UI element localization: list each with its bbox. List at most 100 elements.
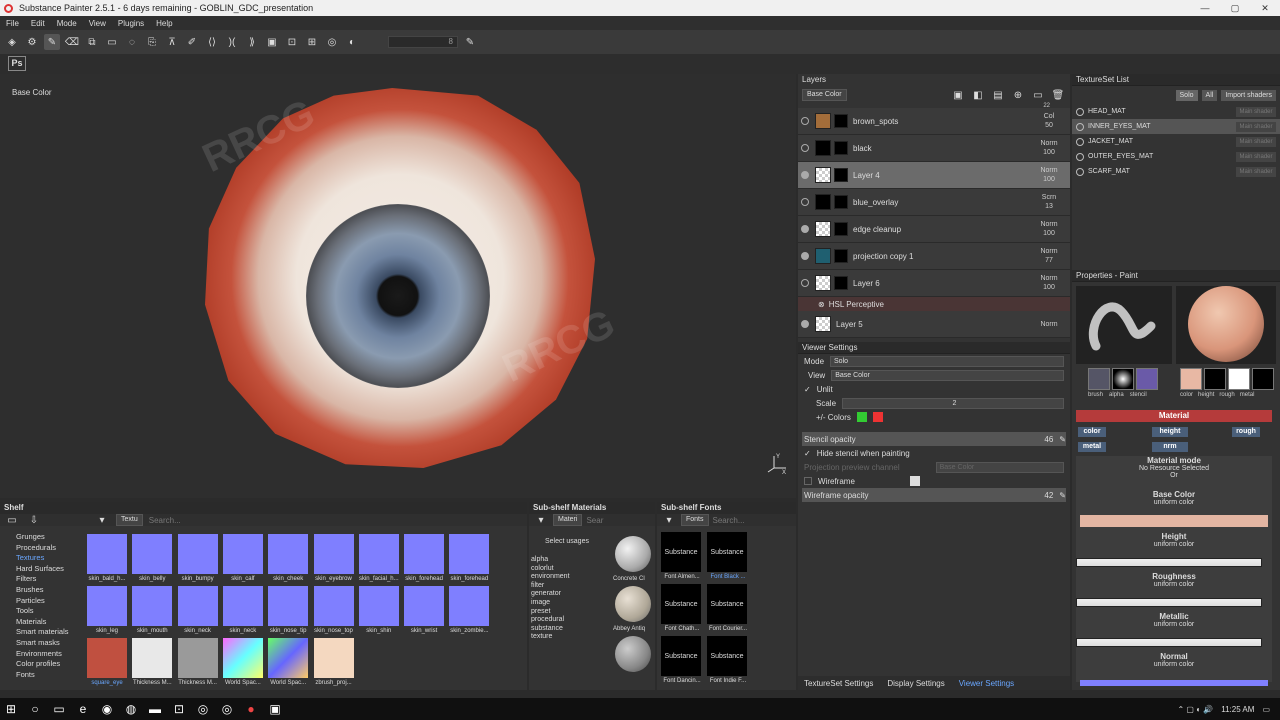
- textureset-item[interactable]: INNER_EYES_MAT Main shader: [1072, 119, 1280, 134]
- font-thumbnail[interactable]: Substance: [661, 636, 701, 676]
- color-channel-toggle[interactable]: color: [1078, 427, 1106, 437]
- store-icon[interactable]: ⊡: [172, 702, 186, 716]
- explorer-icon[interactable]: ▬: [148, 702, 162, 716]
- eraser-icon[interactable]: ⌫: [64, 34, 80, 50]
- edge-icon[interactable]: e: [76, 702, 90, 716]
- material-thumbnail[interactable]: [615, 586, 651, 622]
- layer-blend[interactable]: Norm 100: [1038, 166, 1060, 184]
- shelf-category[interactable]: Filters: [16, 574, 80, 585]
- texture-thumbnail[interactable]: [449, 586, 490, 626]
- layer-row[interactable]: projection copy 1 Norm 77: [798, 243, 1070, 270]
- color-chip[interactable]: [1180, 368, 1202, 390]
- menu-mode[interactable]: Mode: [57, 19, 77, 28]
- layer-row[interactable]: Layer 5 Norm: [798, 311, 1070, 338]
- app-icon[interactable]: ◎: [196, 702, 210, 716]
- layout-icon[interactable]: ⊞: [304, 34, 320, 50]
- texture-thumbnail[interactable]: [177, 586, 218, 626]
- menu-help[interactable]: Help: [156, 19, 172, 28]
- layer-blend[interactable]: Norm: [1038, 320, 1060, 329]
- shelf-category[interactable]: Textures: [16, 553, 80, 564]
- import-icon[interactable]: ⇩: [26, 512, 42, 528]
- height-chip[interactable]: [1204, 368, 1226, 390]
- usage-item[interactable]: filter: [531, 582, 601, 591]
- layer-blend[interactable]: Norm 100: [1038, 139, 1060, 157]
- symmetry-icon[interactable]: ⟨⟩: [204, 34, 220, 50]
- visibility-toggle[interactable]: [801, 198, 809, 206]
- shelf-category[interactable]: Smart masks: [16, 638, 80, 649]
- textureset-item[interactable]: SCARF_MAT Main shader: [1072, 164, 1280, 179]
- usage-item[interactable]: image: [531, 599, 601, 608]
- shelf-category[interactable]: Tools: [16, 606, 80, 617]
- wireframe-color-swatch[interactable]: [910, 476, 920, 486]
- textureset-radio[interactable]: [1076, 167, 1084, 176]
- stencil-chip[interactable]: [1136, 368, 1158, 390]
- view-dropdown[interactable]: Base Color: [831, 369, 1064, 381]
- substance-painter-icon[interactable]: ●: [244, 702, 258, 716]
- base-color-swatch[interactable]: [1080, 515, 1268, 527]
- visibility-toggle[interactable]: [801, 252, 809, 260]
- fonts-filter-tag[interactable]: Fonts: [681, 514, 709, 526]
- layer-row[interactable]: blue_overlay Scrn 13: [798, 189, 1070, 216]
- fonts-search-input[interactable]: Search...: [713, 516, 745, 525]
- shelf-category[interactable]: Particles: [16, 596, 80, 607]
- add-mask-icon[interactable]: ◧: [970, 87, 986, 103]
- app-icon[interactable]: ◎: [220, 702, 234, 716]
- menu-plugins[interactable]: Plugins: [118, 19, 144, 28]
- layer-row[interactable]: Layer 4 Norm 100: [798, 162, 1070, 189]
- texture-thumbnail[interactable]: [313, 638, 354, 678]
- shader-dropdown[interactable]: Main shader: [1236, 106, 1276, 117]
- font-thumbnail[interactable]: Substance: [707, 584, 747, 624]
- windows-start-icon[interactable]: ⊞: [4, 702, 18, 716]
- shelf-category[interactable]: Smart materials: [16, 627, 80, 638]
- texture-thumbnail[interactable]: [268, 638, 309, 678]
- textureset-radio[interactable]: [1076, 152, 1084, 161]
- stencil-opacity-value[interactable]: 46: [1044, 435, 1053, 444]
- layer-blend[interactable]: Norm 100: [1038, 274, 1060, 292]
- layer-blend[interactable]: Norm 100: [1038, 220, 1060, 238]
- filter-icon[interactable]: ▾: [661, 512, 677, 528]
- add-folder-icon[interactable]: ▭: [1030, 87, 1046, 103]
- edit-pencil-icon[interactable]: ✎: [1059, 491, 1066, 500]
- textureset-item[interactable]: OUTER_EYES_MAT Main shader: [1072, 149, 1280, 164]
- visibility-toggle[interactable]: [801, 117, 809, 125]
- edit-pencil-icon[interactable]: ✎: [462, 34, 478, 50]
- usage-item[interactable]: preset: [531, 608, 601, 617]
- metallic-slider[interactable]: [1076, 638, 1262, 647]
- mirror-icon[interactable]: )(: [224, 34, 240, 50]
- material-section-header[interactable]: Material: [1076, 410, 1272, 422]
- texture-thumbnail[interactable]: [132, 638, 173, 678]
- folder-icon[interactable]: ▭: [4, 512, 20, 528]
- shader-dropdown[interactable]: Main shader: [1236, 166, 1276, 177]
- photoshop-export-button[interactable]: Ps: [8, 56, 26, 71]
- scale-field[interactable]: 2: [842, 397, 1064, 409]
- tab-viewer-settings[interactable]: Viewer Settings: [959, 679, 1014, 688]
- bake-icon[interactable]: ⊼: [164, 34, 180, 50]
- visibility-toggle[interactable]: [801, 144, 809, 152]
- texture-thumbnail[interactable]: [268, 586, 309, 626]
- projection-icon[interactable]: ⧉: [84, 34, 100, 50]
- tab-textureset-settings[interactable]: TextureSet Settings: [804, 679, 873, 688]
- shelf-category[interactable]: Procedurals: [16, 543, 80, 554]
- layer-row[interactable]: brown_spots Col 50: [798, 108, 1070, 135]
- material-thumbnail[interactable]: [615, 536, 651, 572]
- shelf-category[interactable]: Environments: [16, 649, 80, 660]
- texture-thumbnail[interactable]: [87, 586, 127, 626]
- roughness-slider[interactable]: [1076, 598, 1262, 607]
- font-thumbnail[interactable]: Substance: [661, 584, 701, 624]
- viewport-3d[interactable]: Base Color Y X RRCG RRCG: [0, 74, 796, 498]
- polygon-fill-icon[interactable]: ▭: [104, 34, 120, 50]
- projection-channel-dropdown[interactable]: Base Color: [935, 461, 1064, 473]
- paint-brush-icon[interactable]: ✎: [44, 34, 60, 50]
- materials-search-input[interactable]: Sear: [586, 516, 603, 525]
- textureset-radio[interactable]: [1076, 137, 1084, 146]
- texture-thumbnail[interactable]: [222, 638, 263, 678]
- textureset-item[interactable]: JACKET_MAT Main shader: [1072, 134, 1280, 149]
- texture-thumbnail[interactable]: [404, 534, 445, 574]
- maximize-button[interactable]: ▢: [1220, 0, 1250, 16]
- textureset-radio[interactable]: [1076, 107, 1084, 116]
- usage-item[interactable]: substance: [531, 625, 601, 634]
- texture-thumbnail[interactable]: [132, 534, 173, 574]
- layer-blend[interactable]: Col 50: [1038, 112, 1060, 130]
- materials-filter-tag[interactable]: Materi: [553, 514, 583, 526]
- wireframe-checkbox[interactable]: [804, 477, 812, 485]
